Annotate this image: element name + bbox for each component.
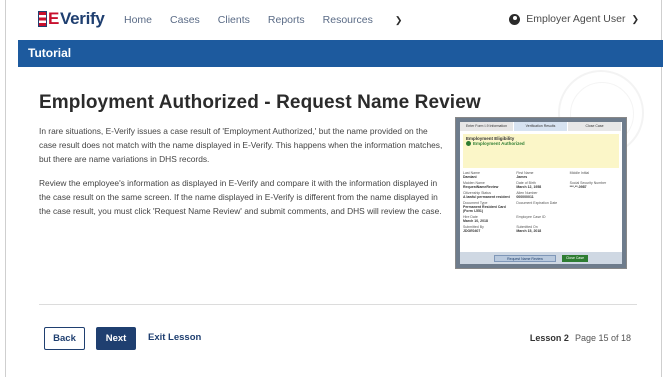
nav-reports[interactable]: Reports [268, 14, 305, 26]
field-label: Middle Initial [569, 171, 590, 175]
field-value: March 12, 1958 [516, 185, 542, 189]
top-navigation: E Verify Home Cases Clients Reports Reso… [6, 0, 661, 40]
field-value: Damiani [463, 175, 477, 179]
field: Date of Birth March 12, 1958 [516, 181, 565, 189]
logo-prefix: E [48, 9, 60, 28]
field: First Name James [516, 171, 565, 179]
request-name-review-button-preview: Request Name Review [494, 254, 556, 262]
field: Last Name Damiani [463, 171, 512, 179]
progress-steps: Enter Form I-9 Information Verification … [460, 122, 622, 131]
field: Document Type Permanent Resident Card (Fo… [463, 201, 512, 213]
field [570, 191, 619, 199]
field-value: March 10, 2018 [463, 219, 488, 223]
field-value: James [516, 175, 528, 179]
nav-resources-label: Resources [322, 14, 373, 26]
user-menu[interactable]: Employer Agent User ❯ [509, 13, 639, 25]
field: Hire Date March 10, 2018 [463, 215, 512, 223]
field: Citizenship Status A lawful permanent res… [463, 191, 512, 199]
field: Alien Number 000000011 [516, 191, 565, 199]
chevron-down-icon: ❯ [394, 15, 403, 25]
field-value: 000000011 [516, 195, 534, 199]
user-avatar-icon [509, 13, 521, 25]
field-value: RequestNameReview [463, 185, 499, 189]
field-value: March 15, 2018 [516, 229, 542, 233]
field: Middle Initial [570, 171, 619, 179]
logo-text: Verify [60, 9, 105, 28]
employee-info-grid: Last Name Damiani First Name James Middle … [463, 171, 619, 233]
field [570, 225, 619, 233]
main-menu: Home Cases Clients Reports Resources ❯ [124, 14, 438, 26]
tutorial-label: Tutorial [28, 46, 72, 60]
field: Social Security Number ***-**-0987 [570, 181, 619, 189]
page-indicator: Page 15 of 18 [574, 333, 631, 343]
case-result-screenshot: Enter Form I-9 Information Verification … [455, 117, 627, 269]
field-label: Employee Case ID [516, 215, 546, 219]
instruction-paragraph: Review the employee's information as dis… [39, 178, 442, 216]
field [570, 201, 619, 213]
field: Document Expiration Date [516, 201, 565, 213]
nav-clients[interactable]: Clients [218, 14, 250, 26]
lesson-number: Lesson 2 [529, 333, 569, 343]
field [570, 215, 619, 223]
app-frame: E Verify Home Cases Clients Reports Reso… [5, 0, 663, 377]
field: Employee Case ID [516, 215, 565, 223]
divider [39, 304, 637, 305]
step-close-case: Close Case [568, 122, 622, 131]
e-verify-logo[interactable]: E Verify [38, 9, 105, 29]
step-verification-results: Verification Results [514, 122, 568, 131]
flag-icon [38, 11, 47, 27]
user-name: Employer Agent User [526, 13, 626, 25]
nav-home[interactable]: Home [124, 14, 152, 26]
field: Submitted By JDOE0407 [463, 225, 512, 233]
next-button[interactable]: Next [96, 327, 136, 350]
exit-lesson-link[interactable]: Exit Lesson [148, 332, 201, 343]
lesson-progress: Lesson 2 Page 15 of 18 [530, 333, 631, 343]
field: Maiden Name RequestNameReview [463, 181, 512, 189]
field-value: Permanent Resident Card (Form I-551) [463, 205, 506, 213]
intro-paragraph: In rare situations, E-Verify issues a ca… [39, 126, 443, 164]
close-case-button-preview: Close Case [562, 254, 588, 262]
status-text: Employment Authorized [473, 141, 525, 146]
tutorial-bar: Tutorial [18, 40, 663, 67]
back-button[interactable]: Back [44, 327, 85, 350]
eligibility-box: Employment Eligibility Employment Author… [463, 134, 619, 168]
status-line: Employment Authorized [466, 141, 616, 146]
field: Submitted On March 15, 2018 [516, 225, 565, 233]
field-value: JDOE0407 [463, 229, 481, 233]
nav-cases[interactable]: Cases [170, 14, 200, 26]
check-circle-icon [466, 141, 471, 146]
case-result-actions: Request Name Review Close Case [460, 252, 622, 264]
field-value: ***-**-0987 [569, 185, 587, 189]
nav-resources[interactable]: Resources ❯ [323, 14, 421, 26]
page-title: Employment Authorized - Request Name Rev… [39, 92, 481, 113]
field-value: A lawful permanent resident [463, 195, 510, 199]
chevron-down-icon: ❯ [631, 13, 639, 24]
case-result-panel: Enter Form I-9 Information Verification … [460, 122, 622, 264]
field-label: Document Expiration Date [516, 201, 558, 205]
step-enter-info: Enter Form I-9 Information [460, 122, 514, 131]
